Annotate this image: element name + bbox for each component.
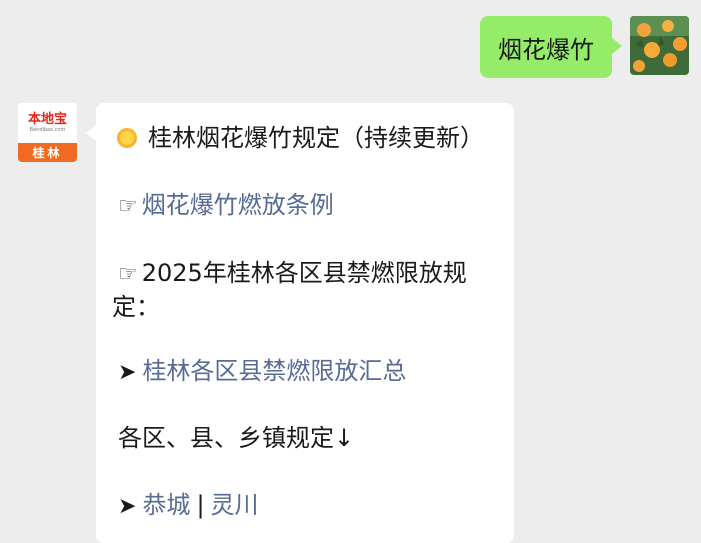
- message-title: 桂林烟花爆竹规定（持续更新）: [148, 124, 484, 152]
- avatar-city-text: 桂林: [32, 146, 63, 160]
- right-arrow-icon: ➤: [118, 360, 137, 385]
- right-arrow-icon: ➤: [118, 494, 137, 519]
- rules-2025-text: 2025年桂林各区县禁燃限放规: [141, 259, 467, 287]
- official-account-avatar[interactable]: 本地宝 Bendibao.com 桂林: [18, 103, 77, 162]
- pointing-hand-icon: ☞: [118, 262, 138, 287]
- sun-emoji-icon: [117, 128, 137, 148]
- incoming-message-bubble: 桂林烟花爆竹规定（持续更新） ☞ 烟花爆竹燃放条例 ☞ 2025年桂林各区县禁燃限放…: [86, 103, 514, 543]
- avatar-logo: 本地宝 Bendibao.com: [18, 103, 77, 143]
- town-rules-text: 各区、县、乡镇规定↓: [118, 424, 355, 452]
- outgoing-message-bubble[interactable]: 烟花爆竹: [480, 16, 622, 78]
- rules-2025-text-continued: 定：: [112, 293, 160, 321]
- firework-regulation-link[interactable]: 烟花爆竹燃放条例: [142, 191, 334, 219]
- item-firework-regulation: ☞ 烟花爆竹燃放条例: [118, 185, 334, 220]
- avatar-brand-text: 本地宝: [27, 111, 67, 127]
- item-2025-rules: ☞ 2025年桂林各区县禁燃限放规: [118, 253, 467, 288]
- district-summary-link[interactable]: 桂林各区县禁燃限放汇总: [142, 357, 406, 385]
- avatar-city-band: 桂林: [18, 143, 77, 162]
- orange-fruit-avatar: [630, 16, 689, 75]
- lingchuan-link[interactable]: 灵川: [211, 491, 259, 519]
- item-2025-rules-cont: 定：: [112, 287, 160, 322]
- item-town-rules: 各区、县、乡镇规定↓: [118, 418, 354, 453]
- avatar-domain-text: Bendibao.com: [29, 126, 66, 133]
- gongcheng-link[interactable]: 恭城: [142, 491, 190, 519]
- link-separator: |: [196, 491, 205, 519]
- item-district-summary: ➤ 桂林各区县禁燃限放汇总: [118, 351, 406, 386]
- user-avatar[interactable]: [630, 16, 689, 75]
- pointing-hand-icon: ☞: [118, 194, 138, 219]
- item-county-links: ➤ 恭城 | 灵川: [118, 485, 259, 520]
- message-title-line: 桂林烟花爆竹规定（持续更新）: [116, 118, 484, 153]
- outgoing-message-text: 烟花爆竹: [498, 35, 594, 64]
